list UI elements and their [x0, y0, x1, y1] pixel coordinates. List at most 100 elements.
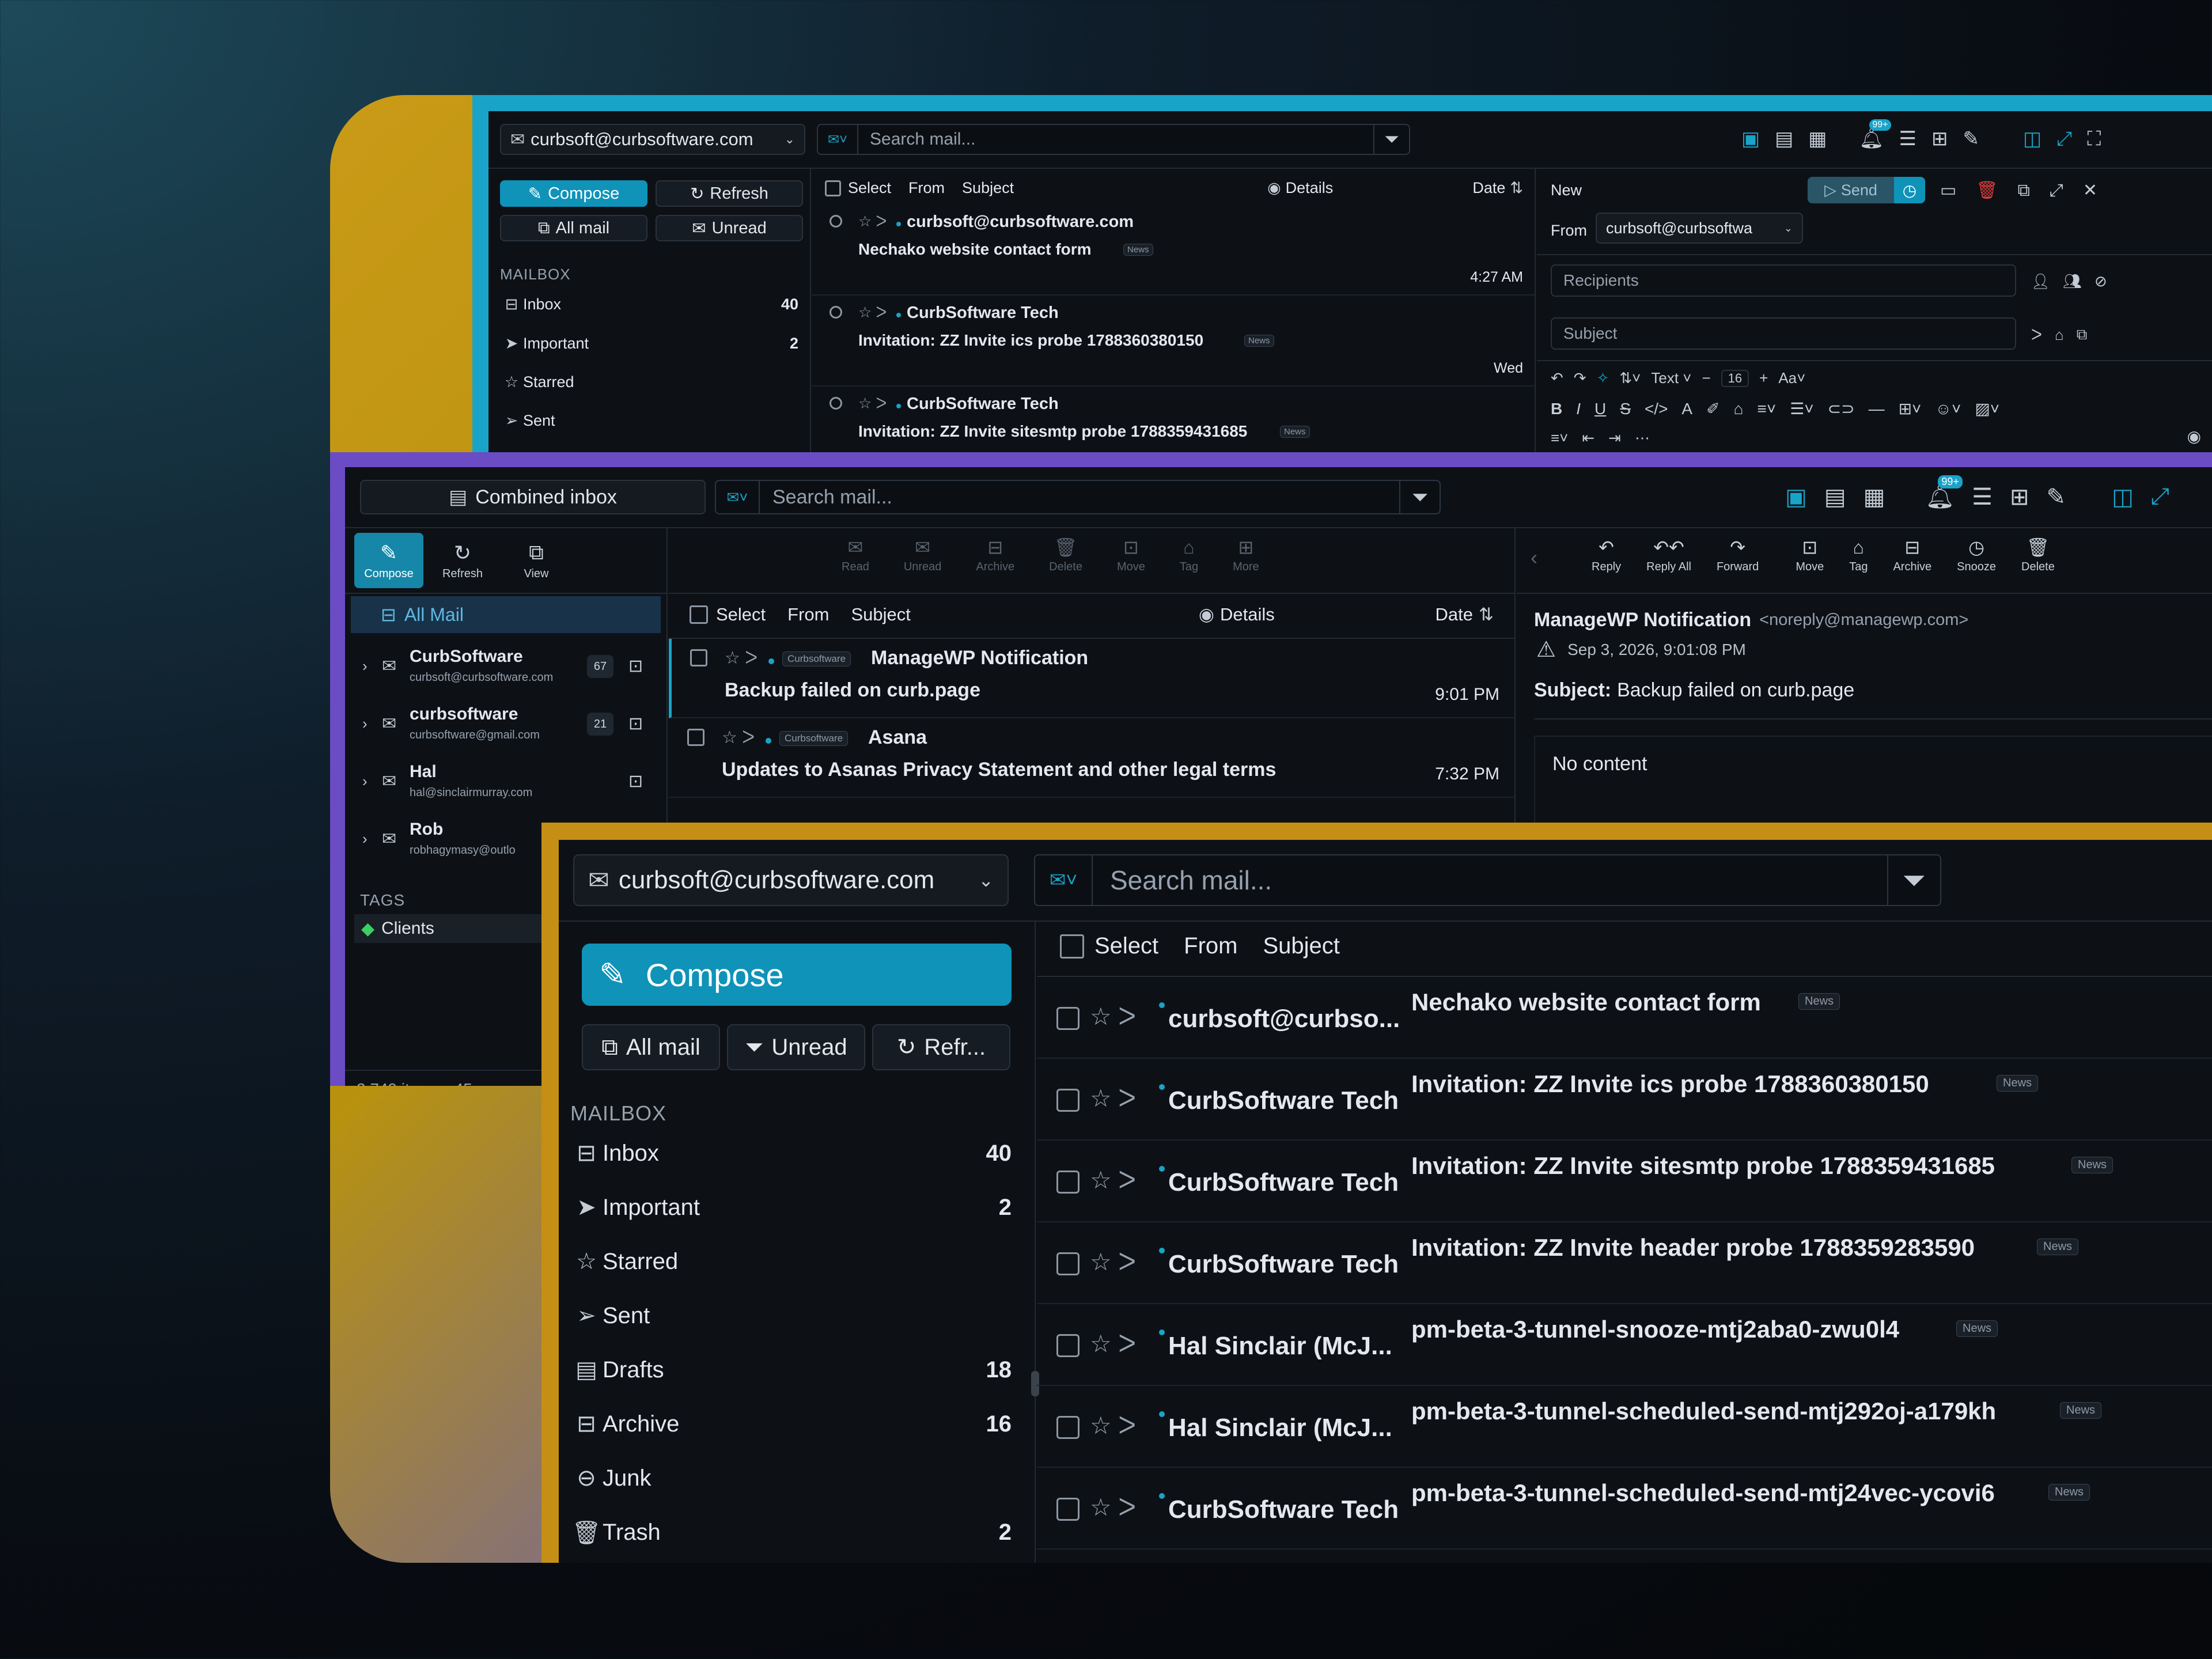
code-icon[interactable]: </> [1645, 400, 1668, 418]
star-icon[interactable]: ☆ ᐳ [1090, 1411, 1136, 1440]
emoji-icon[interactable]: ☺˅ [1935, 400, 1961, 418]
combined-inbox-selector[interactable]: ▤ Combined inbox [360, 480, 706, 514]
add-contact-icon[interactable]: 👤︎ [2031, 272, 2050, 290]
all-mail-button[interactable]: ⧉ All mail [500, 215, 647, 241]
send-button[interactable]: ▷ Send [1808, 177, 1894, 203]
mark-read-button[interactable]: ✉ Read [842, 536, 869, 574]
select-all-checkbox[interactable] [825, 180, 841, 196]
sender-email[interactable]: <noreply@managewp.com> [1759, 611, 1968, 630]
account-selector[interactable]: ✉ curbsoft@curbsoftware.com ⌄ [573, 854, 1009, 906]
star-icon[interactable]: ☆ ᐳ [1090, 1248, 1136, 1276]
list-item[interactable]: ☆ ᐳ Curbsoftware Asana Updates to Asanas… [669, 718, 1514, 798]
mail-filter-icon[interactable]: ✉˅ [1035, 855, 1093, 905]
tag-icon[interactable]: ⌂ [2055, 326, 2064, 344]
row-checkbox[interactable] [1056, 1171, 1080, 1194]
undo-icon[interactable]: ↶ [1551, 369, 1563, 387]
expand-icon[interactable]: ⤢ [2151, 484, 2169, 510]
trash-icon[interactable]: 🗑︎ [1976, 180, 1998, 200]
folder-sent[interactable]: ➢ Sent [570, 1297, 1012, 1334]
layout-icon[interactable]: ⊞ [1931, 127, 1948, 150]
more-icon[interactable]: ⋯ [1635, 429, 1650, 447]
unread-button[interactable]: ⏷ Unread [727, 1024, 865, 1070]
row-checkbox[interactable] [1056, 1007, 1080, 1030]
paragraph-icon[interactable]: ≡˅ [1551, 429, 1568, 447]
compose-button[interactable]: ✎ Compose [582, 944, 1012, 1006]
template-icon[interactable]: ⧉ [2077, 325, 2088, 344]
all-mail-button[interactable]: ⧉ All mail [582, 1024, 720, 1070]
expand-icon[interactable]: ⤢ [2056, 128, 2072, 150]
sort-date[interactable]: Date [1472, 179, 1505, 197]
move-button[interactable]: ⊡ Move [1117, 536, 1145, 574]
compose-button[interactable]: ✎ Compose [354, 533, 423, 588]
font-size-input[interactable]: 16 [1721, 369, 1749, 387]
chevron-left-icon[interactable]: ‹ [1531, 546, 1537, 570]
contacts-icon[interactable]: ▤ [1824, 484, 1846, 510]
text-style-select[interactable]: Text ˅ [1651, 369, 1691, 387]
search-input[interactable]: Search mail... [858, 130, 1373, 149]
row-checkbox[interactable] [830, 397, 842, 410]
delete-button[interactable]: 🗑︎ Delete [1049, 536, 1082, 574]
magic-icon[interactable]: ✧ [1597, 369, 1609, 387]
font-case-icon[interactable]: Aa˅ [1778, 369, 1805, 387]
star-icon[interactable]: ☆ ᐳ [1090, 1002, 1136, 1031]
account-item[interactable]: › ✉ Hal hal@sinclairmurray.com ⊡ [357, 756, 661, 809]
fullscreen-icon[interactable]: ⛶ [2087, 128, 2101, 150]
star-icon[interactable]: ☆ ᐳ [722, 728, 755, 748]
folder-drafts[interactable]: ▤ Drafts 18 [570, 1351, 1012, 1388]
search-input[interactable]: Search mail... [760, 486, 1399, 509]
menu-icon[interactable]: ☰ [1899, 127, 1916, 150]
sort-subject[interactable]: Subject [1263, 933, 1340, 959]
decrease-size-icon[interactable]: − [1702, 369, 1710, 387]
highlight-icon[interactable]: ✐ [1706, 399, 1719, 418]
forward-button[interactable]: ↷ Forward [1717, 536, 1759, 574]
hide-icon[interactable]: ⊘ [2094, 272, 2107, 290]
subject-field[interactable]: Subject [1551, 317, 2016, 350]
select-label[interactable]: Select [716, 604, 766, 625]
row-checkbox[interactable] [1056, 1334, 1080, 1357]
calendar-icon[interactable]: ▦ [1863, 484, 1885, 510]
select-all-checkbox[interactable] [690, 605, 708, 624]
schedule-button[interactable]: ◷ [1894, 177, 1925, 203]
archive-button[interactable]: ⊟ Archive [976, 536, 1014, 574]
italic-icon[interactable]: I [1576, 400, 1581, 418]
snooze-button[interactable]: ◷ Snooze [1957, 536, 1996, 574]
star-icon[interactable]: ☆ ᐳ [858, 395, 887, 412]
recipients-field[interactable]: Recipients [1551, 264, 2016, 297]
sort-date[interactable]: Date [1435, 604, 1473, 625]
chevron-right-icon[interactable]: › [362, 772, 368, 790]
folder-icon[interactable]: ⊡ [628, 656, 643, 676]
mail-filter-icon[interactable]: ✉˅ [818, 125, 858, 154]
select-all-checkbox[interactable] [1060, 934, 1084, 959]
underline-icon[interactable]: U [1594, 400, 1606, 418]
row-checkbox[interactable] [687, 729, 704, 746]
folder-trash[interactable]: 🗑︎ Trash 2 [570, 1514, 1012, 1551]
star-icon[interactable]: ☆ ᐳ [858, 304, 887, 321]
save-icon[interactable]: ▭ [1940, 180, 1956, 200]
sort-subject[interactable]: Subject [851, 604, 911, 625]
folder-icon[interactable]: ⊡ [628, 771, 643, 791]
star-icon[interactable]: ☆ ᐳ [1090, 1084, 1136, 1112]
list-item[interactable]: ☆ ᐳ CurbSoftware Tech Invitation: ZZ Inv… [1037, 1222, 2212, 1304]
search-input[interactable]: Search mail... [1093, 865, 1887, 896]
unread-button[interactable]: ✉ Unread [656, 215, 803, 241]
list-item[interactable]: ☆ ᐳ Curbsoftware ManageWP Notification B… [669, 639, 1514, 718]
reply-all-button[interactable]: ↶↶ Reply All [1646, 536, 1691, 574]
refresh-button[interactable]: ↻ Refr... [872, 1024, 1010, 1070]
row-checkbox[interactable] [1056, 1416, 1080, 1439]
select-label[interactable]: Select [848, 179, 891, 197]
folder-important[interactable]: ➤ Important 2 [500, 335, 798, 353]
line-height-icon[interactable]: ⇅˅ [1619, 369, 1641, 387]
sort-from[interactable]: From [787, 604, 829, 625]
redo-icon[interactable]: ↷ [1574, 369, 1586, 387]
star-icon[interactable]: ☆ ᐳ [725, 648, 757, 668]
expand-icon[interactable]: ⤢ [2050, 181, 2063, 200]
link-icon[interactable]: ⊂⊃ [1828, 399, 1855, 418]
all-mail-item[interactable]: ⊟ All Mail [351, 596, 661, 633]
bell-icon[interactable]: 🔔︎ 99+ [1859, 119, 1891, 150]
folder-junk[interactable]: ⊖ Junk [570, 1460, 1012, 1497]
list-item[interactable]: ☆ ᐳ Hal Sinclair (McJ... pm-beta-3-tunne… [1037, 1304, 2212, 1386]
menu-icon[interactable]: ☰ [1972, 484, 1993, 510]
panel-icon[interactable]: ◫ [2112, 484, 2134, 510]
contacts-icon[interactable]: ▤ [1775, 127, 1793, 150]
list-item[interactable]: ☆ ᐳ CurbSoftware Tech pm-beta-3-tunnel-s… [1037, 1468, 2212, 1550]
